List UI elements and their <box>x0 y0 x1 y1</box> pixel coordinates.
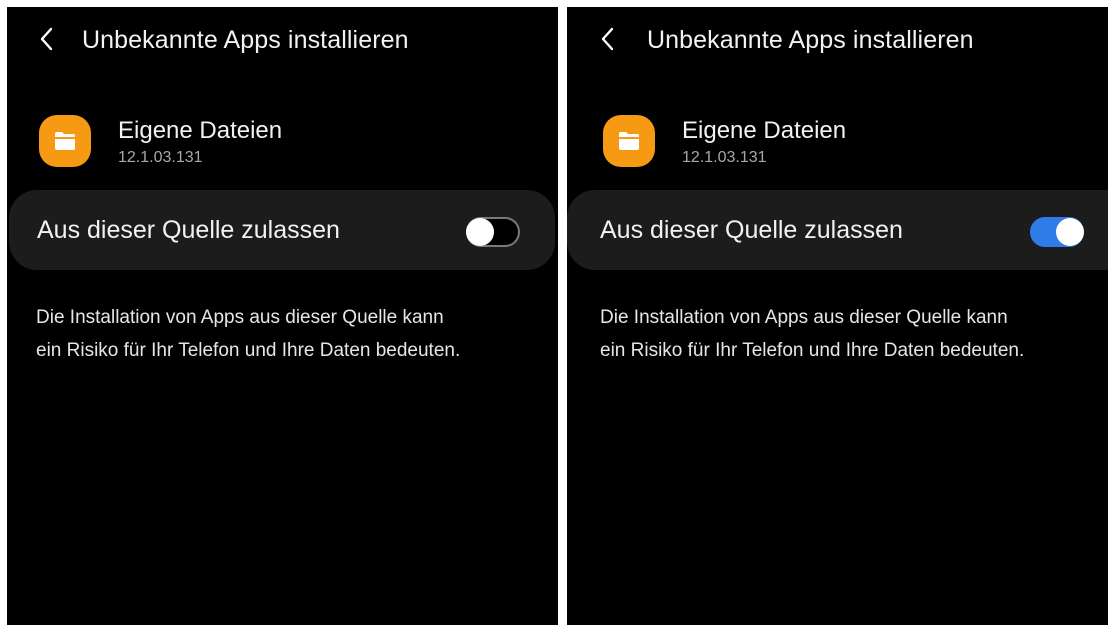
comparison-canvas: Unbekannte Apps installieren Eigene Date… <box>0 0 1108 625</box>
allow-source-setting[interactable]: Aus dieser Quelle zulassen <box>567 190 1108 270</box>
app-info: Eigene Dateien 12.1.03.131 <box>567 111 1108 171</box>
warning-text: Die Installation von Apps aus dieser Que… <box>36 301 536 367</box>
switch-knob <box>466 218 494 246</box>
folder-icon <box>39 115 91 167</box>
allow-source-label: Aus dieser Quelle zulassen <box>600 216 903 244</box>
app-bar: Unbekannte Apps installieren <box>567 23 1108 55</box>
warning-line-1: Die Installation von Apps aus dieser Que… <box>600 307 1008 328</box>
back-button[interactable] <box>33 25 61 53</box>
allow-source-switch[interactable] <box>1030 217 1084 247</box>
app-version: 12.1.03.131 <box>118 149 203 166</box>
app-info: Eigene Dateien 12.1.03.131 <box>7 111 558 171</box>
chevron-left-icon <box>601 27 614 51</box>
app-name: Eigene Dateien <box>118 117 283 144</box>
app-bar: Unbekannte Apps installieren <box>7 23 558 55</box>
switch-knob <box>1056 218 1084 246</box>
settings-screen-off: Unbekannte Apps installieren Eigene Date… <box>7 7 558 625</box>
warning-line-1: Die Installation von Apps aus dieser Que… <box>36 307 444 328</box>
warning-line-2: ein Risiko für Ihr Telefon und Ihre Date… <box>36 340 461 361</box>
warning-text: Die Installation von Apps aus dieser Que… <box>600 301 1100 367</box>
folder-icon <box>603 115 655 167</box>
settings-screen-on: Unbekannte Apps installieren Eigene Date… <box>567 7 1108 625</box>
allow-source-switch[interactable] <box>466 217 520 247</box>
allow-source-setting[interactable]: Aus dieser Quelle zulassen <box>9 190 555 270</box>
warning-line-2: ein Risiko für Ihr Telefon und Ihre Date… <box>600 340 1025 361</box>
app-name: Eigene Dateien <box>682 117 847 144</box>
allow-source-label: Aus dieser Quelle zulassen <box>37 216 340 244</box>
back-button[interactable] <box>594 25 622 53</box>
chevron-left-icon <box>40 27 53 51</box>
page-title: Unbekannte Apps installieren <box>647 26 974 54</box>
app-version: 12.1.03.131 <box>682 149 767 166</box>
page-title: Unbekannte Apps installieren <box>82 26 409 54</box>
